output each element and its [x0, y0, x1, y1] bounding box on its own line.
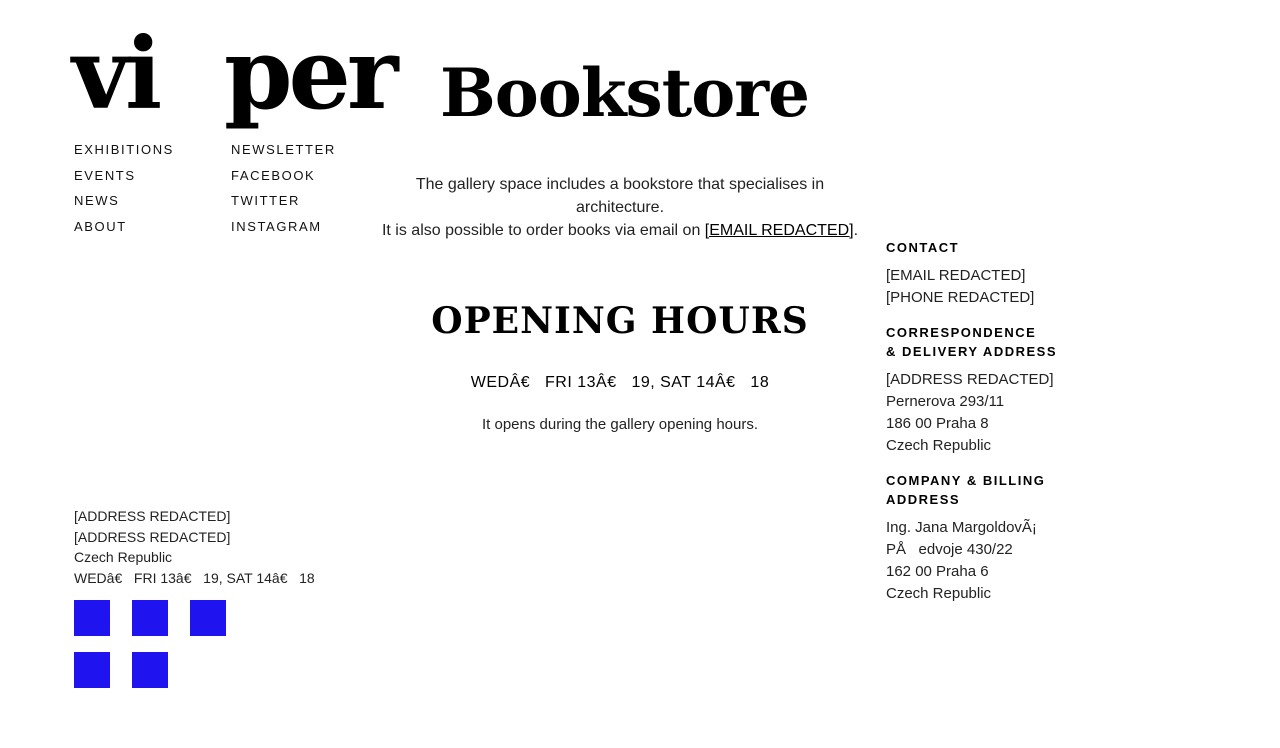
intro-text: The gallery space includes a bookstore t…: [375, 173, 865, 242]
opening-hours-note: It opens during the gallery opening hour…: [481, 416, 759, 433]
logo-text-per: per: [224, 17, 399, 132]
correspondence-address: [ADDRESS REDACTED] Pernerova 293/11 186 00…: [886, 369, 1086, 457]
address-line: 186 00 Praha 8: [886, 415, 989, 432]
social-icon[interactable]: [190, 600, 226, 636]
contact-section: CONTACT [EMAIL REDACTED] [PHONE REDACTED]: [886, 238, 1086, 309]
correspondence-heading: CORRESPONDENCE & DELIVERY ADDRESS: [886, 323, 1086, 361]
opening-hours-heading: OPENING HOURS: [431, 300, 809, 342]
page-title: Bookstore: [440, 54, 810, 132]
correspondence-heading-line: CORRESPONDENCE: [886, 325, 1037, 340]
contact-sidebar: CONTACT [EMAIL REDACTED] [PHONE REDACTED]…: [886, 238, 1086, 619]
footer-address: [ADDRESS REDACTED] [ADDRESS REDACTED] Cz…: [74, 506, 315, 588]
intro-line-1: The gallery space includes a bookstore t…: [415, 176, 825, 216]
social-icon[interactable]: [132, 652, 168, 688]
logo-text-vi: vi: [72, 17, 162, 132]
contact-details: [EMAIL REDACTED] [PHONE REDACTED]: [886, 265, 1086, 309]
address-line: Pernerova 293/11: [886, 393, 1005, 410]
nav-facebook[interactable]: FACEBOOK: [231, 168, 336, 194]
nav-twitter[interactable]: TWITTER: [231, 193, 336, 219]
billing-heading-line: ADDRESS: [886, 492, 961, 507]
billing-heading: COMPANY & BILLING ADDRESS: [886, 471, 1086, 509]
social-nav: NEWSLETTER FACEBOOK TWITTER INSTAGRAM: [231, 142, 336, 244]
address-line: Czech Republic: [886, 585, 992, 602]
address-line: 162 00 Praha 6: [886, 563, 989, 580]
intro-line-2-prefix: It is also possible to order books via e…: [381, 222, 705, 239]
nav-events[interactable]: EVENTS: [74, 168, 174, 194]
billing-section: COMPANY & BILLING ADDRESS Ing. Jana Margo…: [886, 471, 1086, 605]
address-line: PÅ edvoje 430/22: [886, 541, 1013, 558]
nav-news[interactable]: NEWS: [74, 193, 174, 219]
order-email-link[interactable]: [EMAIL REDACTED]: [705, 222, 854, 239]
footer-line: Czech Republic: [74, 549, 173, 565]
opening-hours-text: WEDÂ€ FRI 13Â€ 19, SAT 14Â€ 18: [470, 374, 770, 391]
correspondence-heading-line: & DELIVERY ADDRESS: [886, 344, 1057, 359]
nav-newsletter[interactable]: NEWSLETTER: [231, 142, 336, 168]
contact-heading: CONTACT: [886, 240, 960, 255]
social-icon[interactable]: [132, 600, 168, 636]
footer-line: [ADDRESS REDACTED]: [74, 508, 231, 524]
intro-line-2-suffix: .: [853, 222, 859, 239]
billing-address: Ing. Jana MargoldovÃ¡ PÅ edvoje 430/22 162…: [886, 517, 1086, 605]
main-nav: EXHIBITIONS EVENTS NEWS ABOUT: [74, 142, 174, 244]
contact-email[interactable]: [EMAIL REDACTED]: [886, 267, 1025, 284]
nav-about[interactable]: ABOUT: [74, 219, 174, 245]
social-icon[interactable]: [74, 600, 110, 636]
social-icon[interactable]: [74, 652, 110, 688]
correspondence-section: CORRESPONDENCE & DELIVERY ADDRESS [ADDRES…: [886, 323, 1086, 457]
site-logo[interactable]: vi per: [72, 17, 399, 132]
address-line: Ing. Jana MargoldovÃ¡: [886, 519, 1037, 536]
footer-line: [ADDRESS REDACTED]: [74, 528, 231, 545]
nav-instagram[interactable]: INSTAGRAM: [231, 219, 336, 245]
footer-hours: WEDâ€ FRI 13â€ 19, SAT 14â€ 18: [74, 569, 315, 586]
address-line: [ADDRESS REDACTED]: [886, 371, 1054, 388]
address-line: Czech Republic: [886, 437, 992, 454]
contact-phone[interactable]: [PHONE REDACTED]: [886, 289, 1034, 306]
billing-heading-line: COMPANY & BILLING: [886, 473, 1046, 488]
nav-exhibitions[interactable]: EXHIBITIONS: [74, 142, 174, 168]
